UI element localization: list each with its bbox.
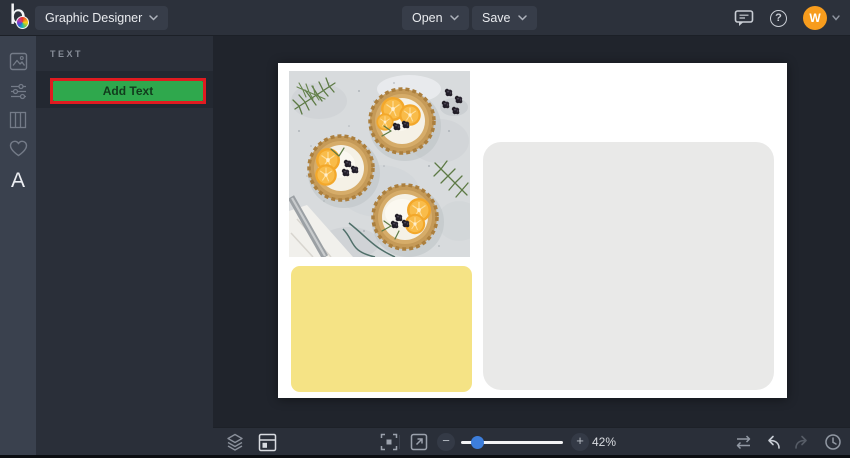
fit-to-screen-button[interactable] bbox=[379, 432, 399, 452]
open-button[interactable]: Open bbox=[402, 6, 469, 30]
zoom-slider-handle[interactable] bbox=[471, 436, 484, 449]
help-glyph: ? bbox=[775, 12, 782, 24]
chevron-down-icon bbox=[149, 15, 159, 21]
preview-button[interactable] bbox=[409, 432, 429, 452]
gray-rounded-rect[interactable] bbox=[483, 142, 774, 390]
app-menu-label: Graphic Designer bbox=[45, 11, 143, 25]
undo-icon bbox=[768, 435, 780, 449]
redo-icon bbox=[795, 435, 807, 449]
chevron-down-icon bbox=[517, 15, 527, 21]
text-icon: A bbox=[10, 169, 25, 192]
redo-button[interactable] bbox=[791, 432, 811, 452]
zoom-level-label: 42% bbox=[592, 435, 617, 449]
sidebar-item-text[interactable]: A bbox=[0, 166, 36, 196]
befunky-logo-icon[interactable]: b bbox=[9, 0, 35, 33]
topbar-right-group: ? W bbox=[734, 0, 840, 36]
history-button[interactable] bbox=[823, 432, 843, 452]
avatar[interactable]: W bbox=[803, 6, 827, 30]
red-highlight-annotation: Add Text bbox=[50, 78, 206, 104]
layers-button[interactable] bbox=[225, 432, 245, 452]
toolbar-divider bbox=[399, 435, 400, 449]
artboard[interactable] bbox=[278, 63, 787, 398]
sidebar-item-templates[interactable] bbox=[0, 107, 36, 133]
sidebar-item-photos[interactable] bbox=[0, 48, 36, 74]
app-menu-button[interactable]: Graphic Designer bbox=[35, 6, 169, 30]
open-label: Open bbox=[412, 11, 443, 25]
fit-screen-icon bbox=[380, 433, 398, 451]
logo-color-wheel-icon bbox=[16, 16, 29, 29]
compare-icon bbox=[736, 435, 750, 450]
save-button[interactable]: Save bbox=[472, 6, 537, 30]
preview-icon bbox=[410, 433, 428, 451]
account-menu[interactable]: W bbox=[803, 6, 840, 30]
zoom-in-button[interactable]: + bbox=[571, 433, 589, 451]
feedback-icon[interactable] bbox=[734, 9, 754, 27]
help-icon[interactable]: ? bbox=[770, 9, 787, 27]
save-label: Save bbox=[482, 11, 511, 25]
food-photo[interactable] bbox=[289, 71, 470, 257]
undo-button[interactable] bbox=[764, 432, 784, 452]
layout-manager-button[interactable] bbox=[257, 432, 277, 452]
chevron-down-icon bbox=[832, 15, 840, 21]
zoom-out-icon: − bbox=[442, 433, 450, 448]
layout-manager-icon bbox=[258, 433, 276, 451]
topbar: b Graphic Designer Open Save ? W bbox=[0, 0, 850, 36]
zoom-out-button[interactable]: − bbox=[437, 433, 455, 451]
panel-title: TEXT bbox=[50, 49, 84, 59]
templates-icon bbox=[9, 111, 27, 129]
yellow-rounded-rect[interactable] bbox=[291, 266, 472, 392]
add-text-button[interactable]: Add Text bbox=[53, 81, 203, 101]
text-panel: TEXT Add Text bbox=[36, 36, 213, 455]
bottom-toolbar: − + 42% bbox=[213, 427, 850, 455]
favorites-icon bbox=[9, 140, 27, 156]
compare-button[interactable] bbox=[733, 432, 753, 452]
layers-icon bbox=[227, 433, 243, 451]
sidebar-item-favorites[interactable] bbox=[0, 135, 36, 161]
canvas-area[interactable] bbox=[213, 36, 850, 427]
history-icon bbox=[825, 434, 841, 450]
zoom-in-icon: + bbox=[576, 433, 584, 448]
chevron-down-icon bbox=[449, 15, 459, 21]
avatar-initial: W bbox=[809, 11, 821, 25]
app-window: b Graphic Designer Open Save ? W A TEXT … bbox=[0, 0, 850, 458]
adjustments-icon bbox=[10, 83, 26, 99]
sidebar-item-adjustments[interactable] bbox=[0, 78, 36, 104]
photos-icon bbox=[9, 52, 27, 70]
tool-rail: A bbox=[0, 36, 36, 455]
